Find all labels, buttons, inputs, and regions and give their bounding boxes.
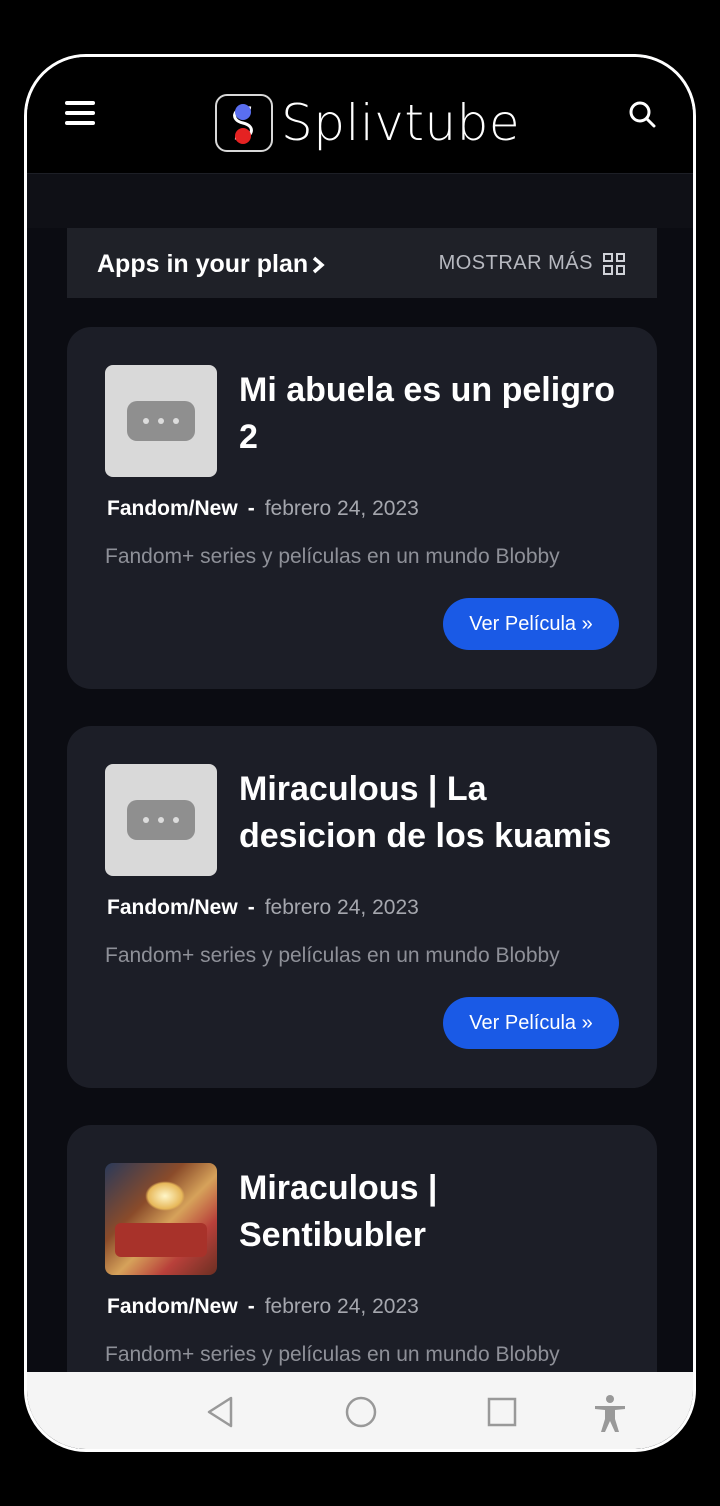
sub-header [27,174,693,228]
movie-thumbnail[interactable] [105,1163,217,1275]
show-more-label: MOSTRAR MÁS [438,252,593,274]
video-thumbnail[interactable] [105,365,217,477]
watch-movie-button[interactable]: Ver Película » [443,598,619,650]
card-category[interactable]: Fandom/New [107,1295,238,1318]
movie-card: Miraculous | La desicion de los kuamis F… [67,726,657,1088]
menu-button[interactable] [65,101,95,129]
card-description: Fandom+ series y películas en un mundo B… [105,545,560,568]
video-placeholder-icon [127,800,195,840]
card-date: febrero 24, 2023 [264,1295,419,1318]
card-date: febrero 24, 2023 [264,896,419,919]
card-date: febrero 24, 2023 [264,497,419,520]
site-logo[interactable]: Splivtube [215,91,520,155]
plan-section-header: Apps in your plan MOSTRAR MÁS [67,228,657,298]
card-meta: Fandom/New - febrero 24, 2023 [107,896,419,919]
card-description: Fandom+ series y películas en un mundo B… [105,1343,560,1366]
logo-mark-icon [215,94,273,152]
phone-screen: Splivtube Apps in your plan MOSTRAR MÁS … [24,54,696,1452]
home-icon[interactable] [343,1394,379,1430]
accessibility-icon[interactable] [591,1394,629,1434]
search-icon [629,101,656,128]
card-category[interactable]: Fandom/New [107,896,238,919]
top-app-bar: Splivtube [27,57,693,174]
back-icon[interactable] [203,1394,237,1430]
card-category[interactable]: Fandom/New [107,497,238,520]
movie-card: Mi abuela es un peligro 2 Fandom/New - feb… [67,327,657,689]
card-title[interactable]: Miraculous | La desicion de los kuamis [239,766,629,860]
grid-icon [603,252,625,275]
system-navigation-bar [27,1372,693,1449]
search-button[interactable] [627,99,657,129]
brand-name: Splivtube [281,94,521,152]
card-title[interactable]: Mi abuela es un peligro 2 [239,367,629,461]
show-more-link[interactable]: MOSTRAR MÁS [439,252,625,275]
card-title[interactable]: Miraculous | Sentibubler [239,1165,629,1259]
watch-movie-button[interactable]: Ver Película » [443,997,619,1049]
hamburger-icon [65,101,95,105]
card-meta: Fandom/New - febrero 24, 2023 [107,1295,419,1318]
chevron-right-icon [312,256,325,274]
recents-icon[interactable] [485,1394,519,1430]
card-description: Fandom+ series y películas en un mundo B… [105,944,560,967]
video-thumbnail[interactable] [105,764,217,876]
plan-title[interactable]: Apps in your plan [97,250,308,279]
video-placeholder-icon [127,401,195,441]
card-meta: Fandom/New - febrero 24, 2023 [107,497,419,520]
